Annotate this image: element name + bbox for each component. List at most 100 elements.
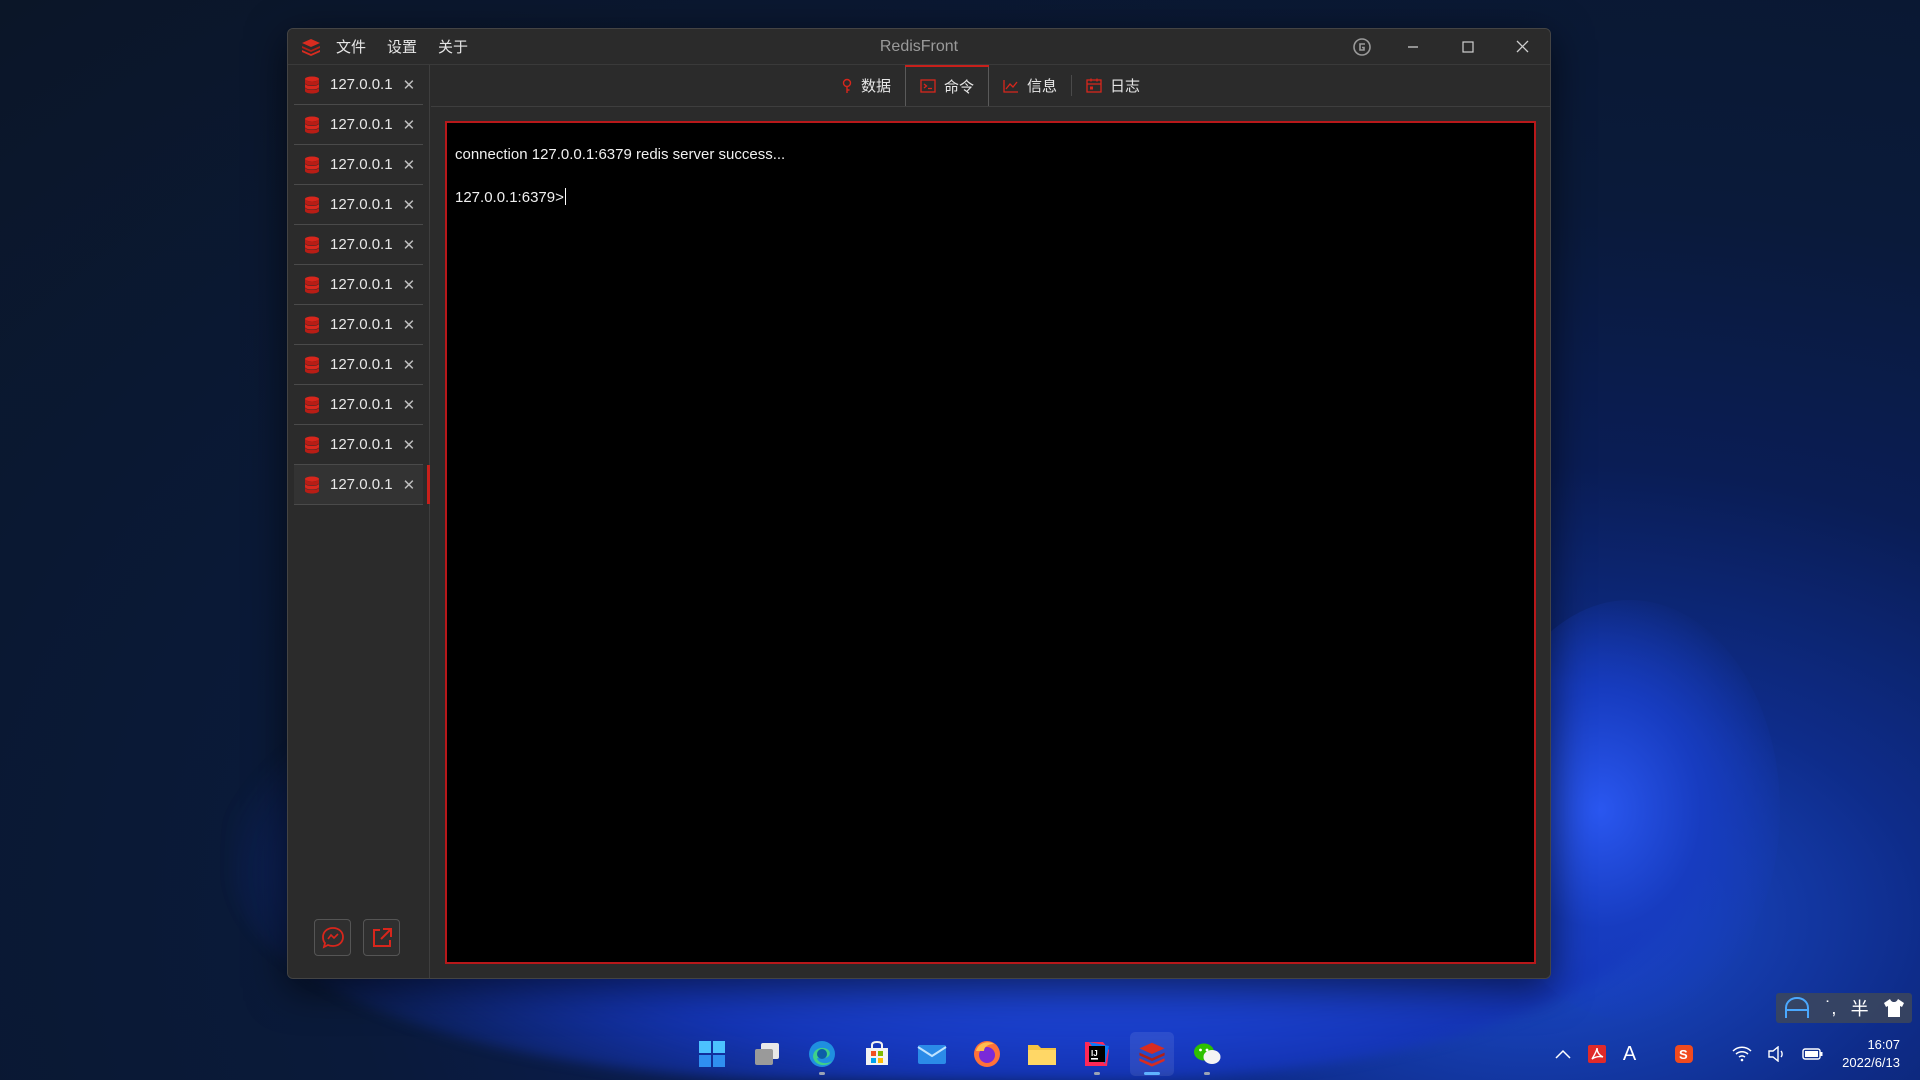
connection-tab-label: 127.0.0.1 <box>330 76 393 93</box>
taskbar-wechat[interactable] <box>1185 1032 1229 1076</box>
connection-tab[interactable]: 127.0.0.1 ✕ <box>294 185 423 225</box>
taskbar: IJ A S 16:07 2022/6/13 <box>0 1028 1920 1080</box>
terminal-output-line: connection 127.0.0.1:6379 redis server s… <box>455 146 786 163</box>
close-icon[interactable]: ✕ <box>403 76 416 94</box>
volume-icon[interactable] <box>1768 1046 1786 1062</box>
intellij-icon: IJ <box>1085 1042 1109 1066</box>
app-window: 文件 设置 关于 RedisFront 127.0.0.1 ✕ 127.0.0.1 ✕… <box>287 28 1551 979</box>
folder-icon <box>1028 1045 1056 1065</box>
database-icon <box>305 196 319 213</box>
start-button[interactable] <box>690 1032 734 1076</box>
terminal-prompt-line[interactable]: 127.0.0.1:6379> <box>455 188 1526 208</box>
menu-about[interactable]: 关于 <box>438 36 468 57</box>
taskbar-firefox[interactable] <box>965 1032 1009 1076</box>
close-icon[interactable]: ✕ <box>403 116 416 134</box>
edge-icon <box>809 1041 835 1067</box>
minimize-button[interactable] <box>1385 29 1440 65</box>
close-icon[interactable]: ✕ <box>403 196 416 214</box>
ime-toolbar[interactable]: ˙, 半 <box>1776 993 1912 1023</box>
ime-width-mode[interactable]: 半 <box>1851 995 1869 1021</box>
close-icon[interactable]: ✕ <box>403 436 416 454</box>
close-icon[interactable]: ✕ <box>403 316 416 334</box>
database-icon <box>305 236 319 253</box>
tab-command[interactable]: 命令 <box>904 65 990 106</box>
main-panel: 数据 命令 信息 日志 connection 127.0.0.1:6379 re… <box>431 65 1550 978</box>
tab-data[interactable]: 数据 <box>827 65 905 106</box>
taskbar-intellij[interactable]: IJ <box>1075 1032 1119 1076</box>
external-link-icon <box>372 927 392 947</box>
sogou-ime-icon[interactable]: S <box>1674 1044 1694 1064</box>
connection-tab[interactable]: 127.0.0.1 ✕ <box>294 65 423 105</box>
task-view-button[interactable] <box>745 1032 789 1076</box>
svg-text:S: S <box>1679 1047 1688 1062</box>
taskbar-redisfront[interactable] <box>1130 1032 1174 1076</box>
database-icon <box>305 356 319 373</box>
connection-tab[interactable]: 127.0.0.1 ✕ <box>294 105 423 145</box>
chat-icon <box>321 926 344 949</box>
ime-punct-icon[interactable]: ˙, <box>1825 998 1836 1019</box>
menu-file[interactable]: 文件 <box>336 36 366 57</box>
clock-time: 16:07 <box>1867 1037 1900 1052</box>
windows-icon <box>699 1041 725 1067</box>
open-external-button[interactable] <box>363 919 400 956</box>
tab-log[interactable]: 日志 <box>1072 65 1154 106</box>
connection-tab-label: 127.0.0.1 <box>330 116 393 133</box>
calendar-icon <box>1086 78 1102 93</box>
close-icon[interactable]: ✕ <box>403 476 416 494</box>
database-icon <box>305 156 319 173</box>
wechat-icon <box>1194 1043 1221 1064</box>
connection-tab[interactable]: 127.0.0.1 ✕ <box>294 305 423 345</box>
chevron-up-icon[interactable] <box>1555 1049 1571 1059</box>
firefox-icon <box>974 1041 1000 1067</box>
close-icon[interactable]: ✕ <box>403 236 416 254</box>
connection-tab-label: 127.0.0.1 <box>330 196 393 213</box>
connection-tab-label: 127.0.0.1 <box>330 476 393 493</box>
feedback-button[interactable] <box>314 919 351 956</box>
pdf-reader-icon[interactable] <box>1587 1044 1607 1064</box>
database-icon <box>305 476 319 493</box>
close-icon[interactable]: ✕ <box>403 396 416 414</box>
battery-icon[interactable] <box>1802 1046 1824 1062</box>
text-cursor <box>564 188 566 205</box>
connection-tab-label: 127.0.0.1 <box>330 236 393 253</box>
tab-command-label: 命令 <box>943 78 974 96</box>
connection-tab[interactable]: 127.0.0.1 ✕ <box>294 145 423 185</box>
connection-tab[interactable]: 127.0.0.1 ✕ <box>294 345 423 385</box>
ime-logo-icon <box>1785 996 1810 1018</box>
maximize-button[interactable] <box>1440 29 1495 65</box>
system-clock[interactable]: 16:07 2022/6/13 <box>1842 1036 1900 1072</box>
connection-tab[interactable]: 127.0.0.1 ✕ <box>294 465 430 505</box>
font-icon[interactable]: A <box>1623 1043 1636 1066</box>
connection-tab[interactable]: 127.0.0.1 ✕ <box>294 425 423 465</box>
tab-data-label: 数据 <box>860 78 891 95</box>
connection-tab-label: 127.0.0.1 <box>330 316 393 333</box>
command-terminal[interactable]: connection 127.0.0.1:6379 redis server s… <box>445 121 1536 964</box>
connection-tab[interactable]: 127.0.0.1 ✕ <box>294 265 423 305</box>
connection-tab[interactable]: 127.0.0.1 ✕ <box>294 225 423 265</box>
database-icon <box>305 436 319 453</box>
taskbar-store[interactable] <box>855 1032 899 1076</box>
tab-info-label: 信息 <box>1027 78 1058 95</box>
close-icon[interactable]: ✕ <box>403 156 416 174</box>
store-icon <box>866 1040 888 1065</box>
close-window-button[interactable] <box>1495 29 1550 65</box>
close-icon[interactable]: ✕ <box>403 276 416 294</box>
taskbar-mail[interactable] <box>910 1032 954 1076</box>
database-icon <box>305 116 319 133</box>
taskbar-file-explorer[interactable] <box>1020 1032 1064 1076</box>
view-tabbar: 数据 命令 信息 日志 <box>431 65 1550 107</box>
connection-tab-label: 127.0.0.1 <box>330 356 393 373</box>
database-icon <box>305 276 319 293</box>
connection-tab-label: 127.0.0.1 <box>330 436 393 453</box>
connection-tab-label: 127.0.0.1 <box>330 276 393 293</box>
connection-tab[interactable]: 127.0.0.1 ✕ <box>294 385 423 425</box>
tab-info[interactable]: 信息 <box>989 65 1071 106</box>
wifi-icon[interactable] <box>1732 1046 1752 1062</box>
menu-settings[interactable]: 设置 <box>387 36 417 57</box>
taskbar-edge[interactable] <box>800 1032 844 1076</box>
close-icon[interactable]: ✕ <box>403 356 416 374</box>
key-icon <box>842 78 852 93</box>
github-icon[interactable] <box>1339 29 1385 65</box>
database-icon <box>305 76 319 93</box>
redis-logo-icon <box>300 36 322 58</box>
